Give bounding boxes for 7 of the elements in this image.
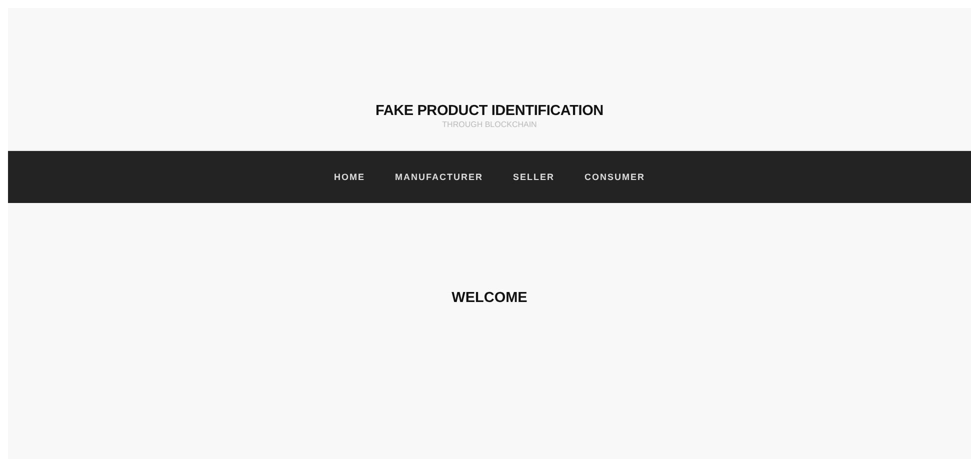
nav-link[interactable]: CONSUMER (584, 172, 646, 182)
site-subtitle: THROUGH BLOCKCHAIN (442, 120, 537, 130)
nav-link[interactable]: MANUFACTURER (394, 172, 483, 182)
site-title: FAKE PRODUCT IDENTIFICATION (376, 103, 604, 120)
nav-link[interactable]: HOME (334, 172, 365, 182)
welcome-heading: WELCOME (452, 290, 528, 306)
nav-link[interactable]: SELLER (512, 172, 554, 182)
